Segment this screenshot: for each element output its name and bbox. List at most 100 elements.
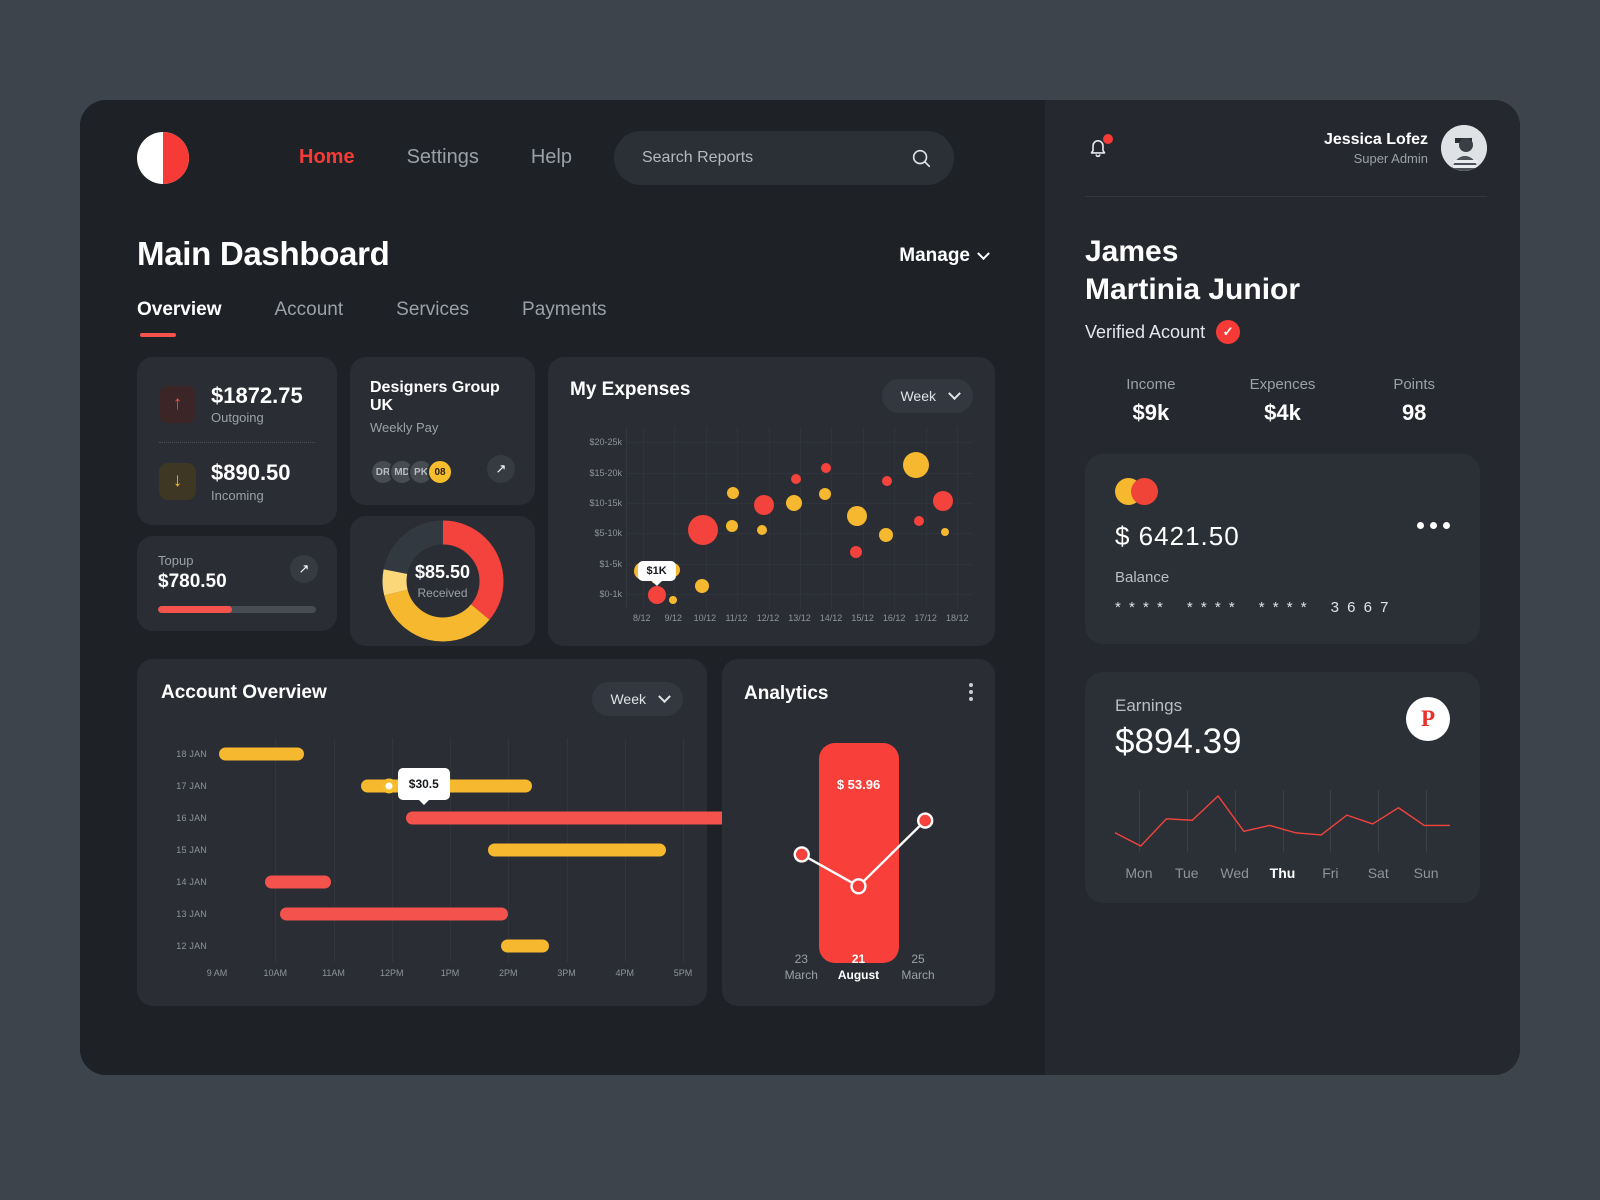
scatter-point[interactable] bbox=[849, 546, 862, 559]
stat-label: Expences bbox=[1249, 376, 1316, 393]
gantt-row-label: 13 JAN bbox=[176, 909, 207, 919]
bell-notification-icon[interactable] bbox=[1085, 134, 1113, 161]
gantt-bar[interactable] bbox=[501, 939, 549, 953]
gantt-row-label: 18 JAN bbox=[176, 749, 207, 759]
day-tue[interactable]: Tue bbox=[1163, 865, 1211, 881]
card-number: * * * * * * * * * * * * 3 6 6 7 bbox=[1115, 599, 1450, 616]
chart-tooltip: $30.5 bbox=[397, 768, 450, 805]
gantt-bar[interactable] bbox=[487, 843, 666, 857]
analytics-point-0[interactable]: 23 March bbox=[785, 951, 818, 983]
analytics-chart: $ 53.96 23 March 21 August 25 March bbox=[744, 725, 973, 982]
topup-action-button[interactable]: ↗ bbox=[290, 554, 318, 583]
scatter-point[interactable] bbox=[753, 494, 774, 515]
scatter-point[interactable] bbox=[727, 487, 740, 500]
designers-group-action-button[interactable]: ↗ bbox=[487, 455, 515, 483]
scatter-point[interactable] bbox=[669, 596, 678, 605]
dashboard-tabs: Overview Account Services Payments bbox=[80, 273, 1045, 337]
scatter-point[interactable] bbox=[933, 490, 954, 511]
group-donut-column: Designers Group UK Weekly Pay DR MD PK 0… bbox=[350, 357, 535, 646]
analytics-point-month: March bbox=[901, 968, 935, 983]
analytics-point-2[interactable]: 25 March bbox=[901, 951, 934, 983]
gantt-x-label: 9 AM bbox=[206, 968, 228, 978]
paypal-icon[interactable]: P bbox=[1406, 697, 1450, 741]
earnings-sparkline bbox=[1115, 790, 1450, 852]
day-thu[interactable]: Thu bbox=[1259, 865, 1307, 881]
avatar-count-badge[interactable]: 08 bbox=[427, 459, 453, 485]
tab-payments[interactable]: Payments bbox=[522, 299, 606, 337]
account-overview-header: Account Overview Week bbox=[161, 682, 683, 716]
earnings-amount: $894.39 bbox=[1115, 722, 1242, 761]
scatter-point[interactable] bbox=[847, 505, 868, 526]
x-tick-label: 14/12 bbox=[819, 613, 843, 623]
gantt-drag-handle[interactable] bbox=[381, 778, 397, 794]
nav-item-help[interactable]: Help bbox=[531, 146, 572, 169]
scatter-point[interactable] bbox=[790, 474, 801, 485]
earnings-day-labels: Mon Tue Wed Thu Fri Sat Sun bbox=[1115, 865, 1450, 881]
page-header: Main Dashboard Manage bbox=[80, 215, 1045, 273]
tab-services[interactable]: Services bbox=[396, 299, 469, 337]
account-overview-range-selector[interactable]: Week bbox=[592, 682, 683, 716]
donut-center-label: $85.50 Received bbox=[382, 520, 504, 642]
scatter-point[interactable] bbox=[940, 527, 949, 536]
gantt-bar[interactable] bbox=[279, 907, 509, 921]
expenses-range-selector[interactable]: Week bbox=[882, 379, 973, 413]
search-input[interactable] bbox=[641, 148, 910, 167]
gantt-x-label: 10AM bbox=[263, 968, 288, 978]
scatter-point[interactable] bbox=[903, 451, 930, 478]
gantt-x-label: 1PM bbox=[440, 968, 460, 978]
scatter-point[interactable] bbox=[819, 487, 832, 500]
donut-chart: $85.50 Received bbox=[382, 520, 504, 642]
kebab-menu-icon[interactable] bbox=[969, 683, 973, 701]
scatter-point[interactable] bbox=[694, 579, 709, 594]
tab-overview[interactable]: Overview bbox=[137, 299, 222, 337]
analytics-point-1[interactable]: 21 August bbox=[838, 951, 879, 983]
y-tick-label: $15-20k bbox=[589, 467, 622, 478]
scatter-point[interactable] bbox=[882, 475, 893, 486]
earnings-card: Earnings $894.39 P Mon Tue Wed Thu Fri S… bbox=[1085, 672, 1480, 903]
gantt-bar[interactable] bbox=[406, 811, 730, 825]
day-fri[interactable]: Fri bbox=[1306, 865, 1354, 881]
day-mon[interactable]: Mon bbox=[1115, 865, 1163, 881]
x-tick-label: 15/12 bbox=[851, 613, 874, 623]
nav-item-home[interactable]: Home bbox=[299, 146, 355, 169]
scatter-point[interactable] bbox=[821, 462, 832, 473]
gantt-bar[interactable] bbox=[218, 747, 305, 761]
day-sun[interactable]: Sun bbox=[1402, 865, 1450, 881]
nav-item-settings[interactable]: Settings bbox=[407, 146, 479, 169]
search-icon[interactable] bbox=[910, 147, 932, 169]
card-mask-3: * * * * bbox=[1258, 599, 1309, 616]
scatter-point[interactable] bbox=[757, 525, 768, 536]
stat-income: Income $9k bbox=[1085, 376, 1217, 426]
stat-points: Points 98 bbox=[1348, 376, 1480, 426]
gridline bbox=[674, 427, 676, 609]
scatter-point[interactable] bbox=[913, 515, 924, 526]
dashboard-row-top: ↑ $1872.75 Outgoing ↓ $890.50 Incoming T… bbox=[137, 357, 995, 646]
analytics-point-day: 25 bbox=[911, 952, 925, 966]
more-horizontal-icon[interactable] bbox=[1417, 522, 1450, 529]
tab-account[interactable]: Account bbox=[275, 299, 344, 337]
scatter-point[interactable] bbox=[647, 586, 666, 605]
my-expenses-card: My Expenses Week $0-1k $1-5k $5-10k $10-15k… bbox=[548, 357, 995, 646]
gantt-bar[interactable] bbox=[264, 875, 331, 889]
manage-dropdown[interactable]: Manage bbox=[899, 245, 990, 267]
search-box[interactable] bbox=[613, 130, 954, 185]
day-sat[interactable]: Sat bbox=[1354, 865, 1402, 881]
analytics-point-day: 23 bbox=[794, 952, 808, 966]
brand-logo-icon[interactable] bbox=[137, 131, 189, 184]
scatter-point[interactable] bbox=[786, 494, 803, 511]
avatar[interactable] bbox=[1441, 125, 1487, 171]
earnings-line-chart bbox=[1115, 790, 1450, 852]
sidebar-header: Jessica Lofez Super Admin bbox=[1045, 100, 1520, 196]
account-chip[interactable]: Jessica Lofez Super Admin bbox=[1324, 125, 1487, 171]
scatter-point[interactable] bbox=[878, 528, 893, 543]
expenses-y-axis: $0-1k $1-5k $5-10k $10-15k $15-20k $20-25k bbox=[570, 427, 622, 609]
expenses-scatter-chart: $0-1k $1-5k $5-10k $10-15k $15-20k $20-25k $1… bbox=[570, 427, 973, 632]
scatter-point[interactable] bbox=[688, 514, 719, 545]
scatter-point[interactable] bbox=[726, 520, 739, 532]
y-tick-label: $10-15k bbox=[589, 497, 622, 508]
account-overview-gantt-chart: 18 JAN 17 JAN 16 JAN 15 JAN 14 JAN 13 JAN 12 J… bbox=[161, 738, 730, 988]
profile-name-line1: James bbox=[1085, 235, 1179, 268]
earnings-label: Earnings bbox=[1115, 696, 1183, 715]
x-tick-label: 12/12 bbox=[756, 613, 780, 623]
day-wed[interactable]: Wed bbox=[1211, 865, 1259, 881]
